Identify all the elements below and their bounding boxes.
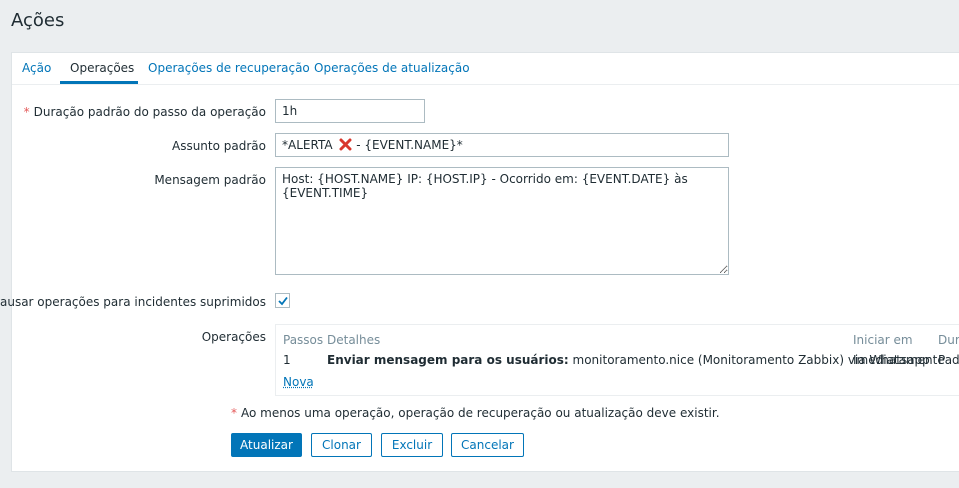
operations-label: Operações: [201, 330, 266, 344]
update-button[interactable]: Atualizar: [231, 433, 302, 457]
step-duration-label: * Duração padrão do passo da operação: [23, 105, 266, 119]
row-start-in: Imediatamente: [853, 353, 945, 367]
pause-suppressed-checkbox[interactable]: [275, 293, 290, 308]
required-note: * Ao menos uma operação, operação de recu…: [231, 406, 720, 420]
operations-table: Passos Detalhes Iniciar em Dura 1 Enviar…: [275, 324, 959, 396]
tab-action[interactable]: Ação: [22, 61, 51, 75]
tab-update-operations[interactable]: Operações de atualização: [314, 61, 470, 75]
tab-recovery-operations[interactable]: Operações de recuperação: [148, 61, 310, 75]
action-form-panel: Ação Operações Operações de recuperação …: [0, 52, 959, 472]
subject-input[interactable]: *ALERTA - {EVENT.NAME}*: [275, 133, 729, 157]
message-label: Mensagem padrão: [154, 173, 266, 187]
col-start-in-header: Iniciar em: [853, 333, 913, 347]
red-x-icon: [339, 138, 352, 154]
step-duration-input[interactable]: [275, 99, 425, 123]
col-details-header: Detalhes: [327, 333, 381, 347]
pause-suppressed-label: Pausar operações para incidentes suprimi…: [0, 295, 266, 309]
message-textarea[interactable]: Host: {HOST.NAME} IP: {HOST.IP} - Ocorri…: [275, 167, 729, 275]
page-title: Ações: [11, 10, 65, 31]
tab-operations[interactable]: Operações: [70, 61, 134, 75]
checkmark-icon: [278, 296, 288, 306]
row-step: 1: [283, 353, 291, 367]
new-operation-link[interactable]: Nova: [283, 375, 314, 389]
subject-label: Assunto padrão: [171, 139, 266, 153]
row-duration: Pad: [938, 353, 959, 367]
required-mark: *: [23, 105, 30, 119]
col-duration-header: Dura: [938, 333, 959, 347]
cancel-button[interactable]: Cancelar: [451, 433, 524, 457]
tab-bar: Ação Operações Operações de recuperação …: [12, 53, 959, 85]
clone-button[interactable]: Clonar: [311, 433, 372, 457]
delete-button[interactable]: Excluir: [381, 433, 443, 457]
active-tab-indicator: [60, 81, 138, 84]
footer-strip: [0, 472, 959, 488]
col-steps-header: Passos: [283, 333, 324, 347]
row-details: Enviar mensagem para os usuários: monito…: [327, 353, 930, 367]
